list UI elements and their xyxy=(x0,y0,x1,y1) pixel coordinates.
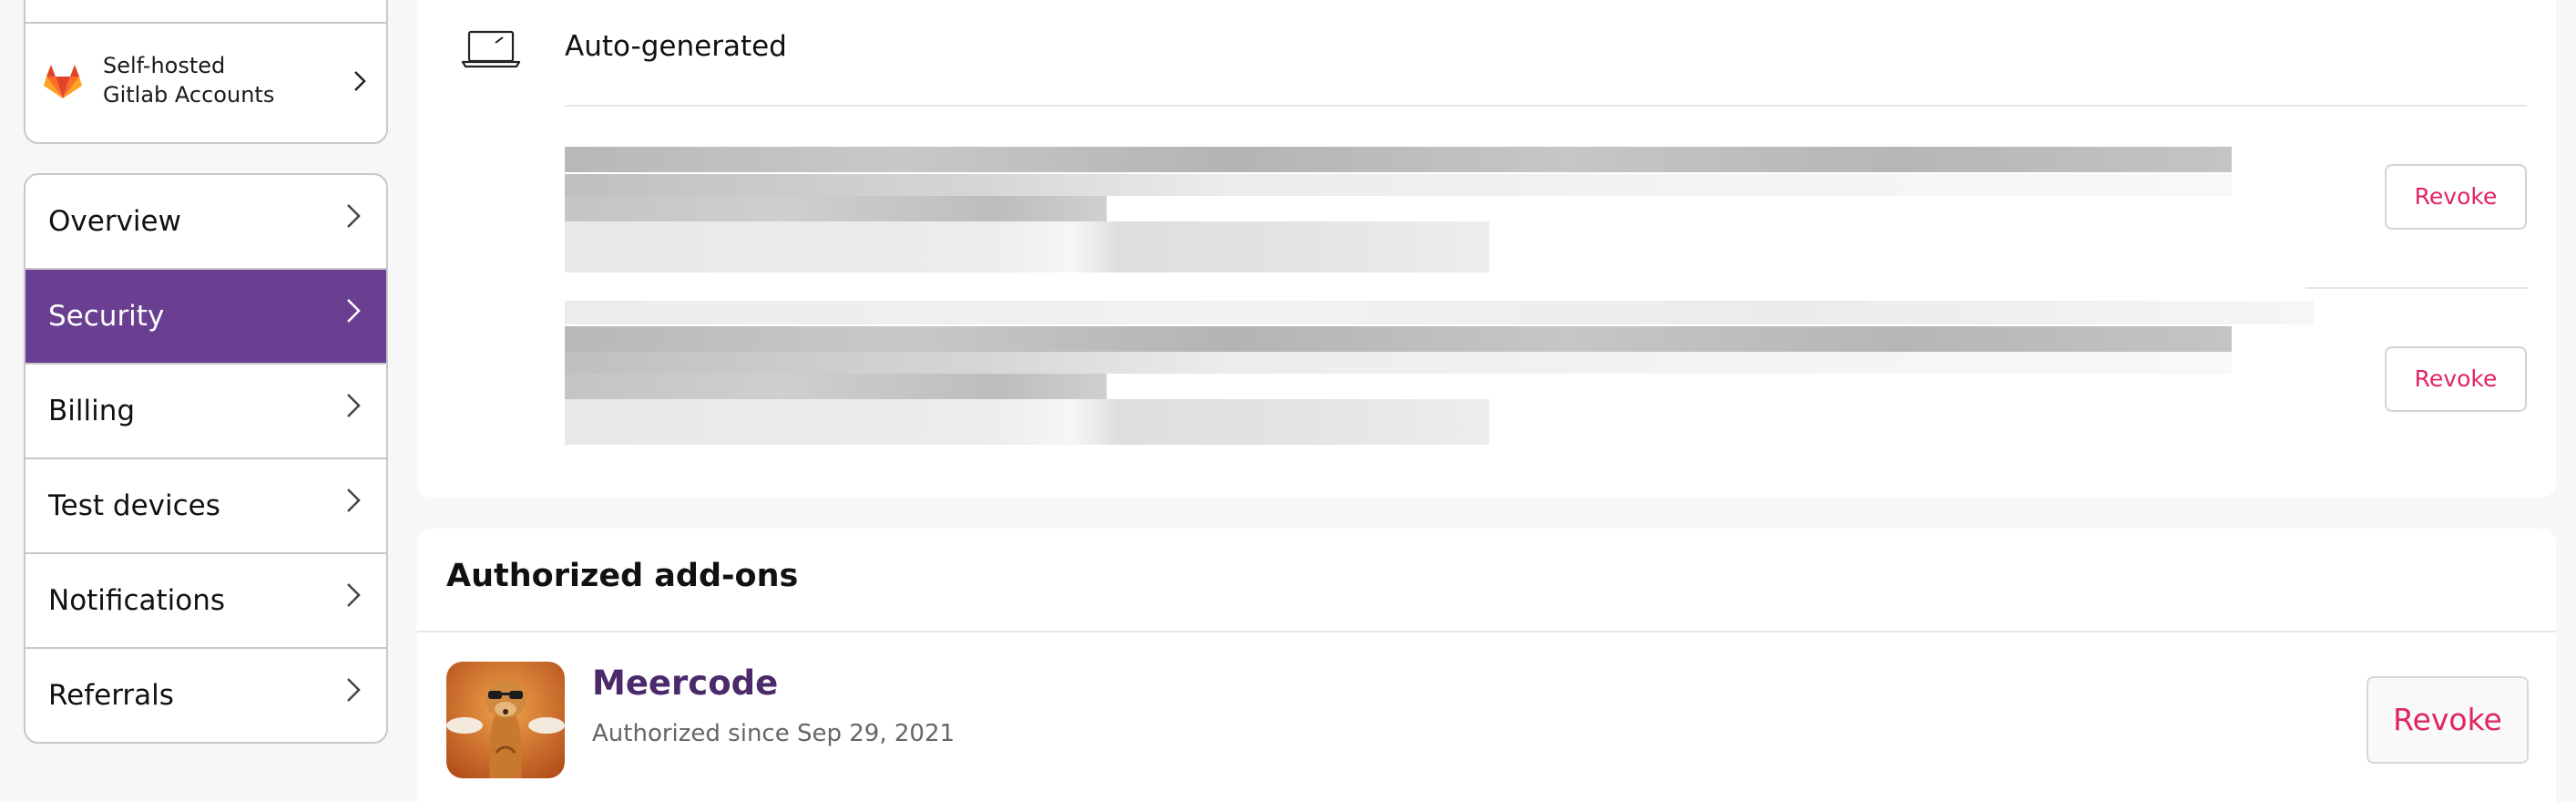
redaction-block xyxy=(565,326,2232,352)
gitlab-accounts-label: Self-hosted Gitlab Accounts xyxy=(103,51,274,109)
redaction-block xyxy=(565,221,1489,272)
chevron-right-icon xyxy=(347,583,361,607)
redaction-block xyxy=(565,196,1107,221)
chevron-right-icon xyxy=(347,299,361,323)
addon-name[interactable]: Meercode xyxy=(592,663,778,703)
revoke-token-button[interactable]: Revoke xyxy=(2385,346,2527,412)
divider xyxy=(417,631,2556,632)
redacted-token xyxy=(565,301,2314,448)
meercode-logo xyxy=(446,662,565,778)
redacted-token xyxy=(565,139,2314,287)
auto-generated-title: Auto-generated xyxy=(565,30,787,63)
divider xyxy=(565,105,2527,107)
addons-heading: Authorized add-ons xyxy=(446,558,799,594)
divider xyxy=(2305,287,2528,289)
redaction-block xyxy=(565,374,1107,399)
redaction-block xyxy=(565,301,2314,324)
nav-item-security[interactable]: Security xyxy=(26,270,386,365)
nav-item-test-devices[interactable]: Test devices xyxy=(26,459,386,554)
chevron-right-icon xyxy=(347,678,361,702)
gitlab-logo-icon xyxy=(44,65,82,98)
redaction-block xyxy=(565,147,2232,172)
laptop-icon xyxy=(461,30,521,68)
nav-item-overview[interactable]: Overview xyxy=(26,175,386,270)
nav-item-label: Referrals xyxy=(48,679,174,712)
gitlab-label-line1: Self-hosted xyxy=(103,53,226,78)
authorized-addons-panel: Authorized add-ons Meercode Authorized s… xyxy=(417,529,2556,802)
nav-item-label: Notifications xyxy=(48,584,226,617)
chevron-right-icon xyxy=(354,71,366,91)
nav-item-referrals[interactable]: Referrals xyxy=(26,649,386,742)
card-divider xyxy=(26,22,386,24)
revoke-addon-button[interactable]: Revoke xyxy=(2366,676,2529,764)
chevron-right-icon xyxy=(347,394,361,417)
revoke-token-button[interactable]: Revoke xyxy=(2385,164,2527,230)
chevron-right-icon xyxy=(347,488,361,512)
chevron-right-icon xyxy=(347,204,361,228)
nav-item-label: Billing xyxy=(48,395,136,427)
redaction-block xyxy=(565,352,2232,374)
redaction-block xyxy=(565,399,1489,445)
nav-item-label: Overview xyxy=(48,205,181,238)
nav-item-label: Test devices xyxy=(48,489,220,522)
gitlab-accounts-card[interactable]: Self-hosted Gitlab Accounts xyxy=(24,0,388,144)
redaction-block xyxy=(565,174,2232,196)
nav-item-label: Security xyxy=(48,300,165,333)
nav-item-billing[interactable]: Billing xyxy=(26,365,386,459)
nav-item-notifications[interactable]: Notifications xyxy=(26,554,386,649)
tokens-panel: Auto-generated Revoke Revoke xyxy=(417,0,2556,498)
settings-nav: Overview Security Billing Test devices N… xyxy=(24,173,388,744)
addon-authorized-since: Authorized since Sep 29, 2021 xyxy=(592,720,956,747)
gitlab-label-line2: Gitlab Accounts xyxy=(103,82,275,108)
